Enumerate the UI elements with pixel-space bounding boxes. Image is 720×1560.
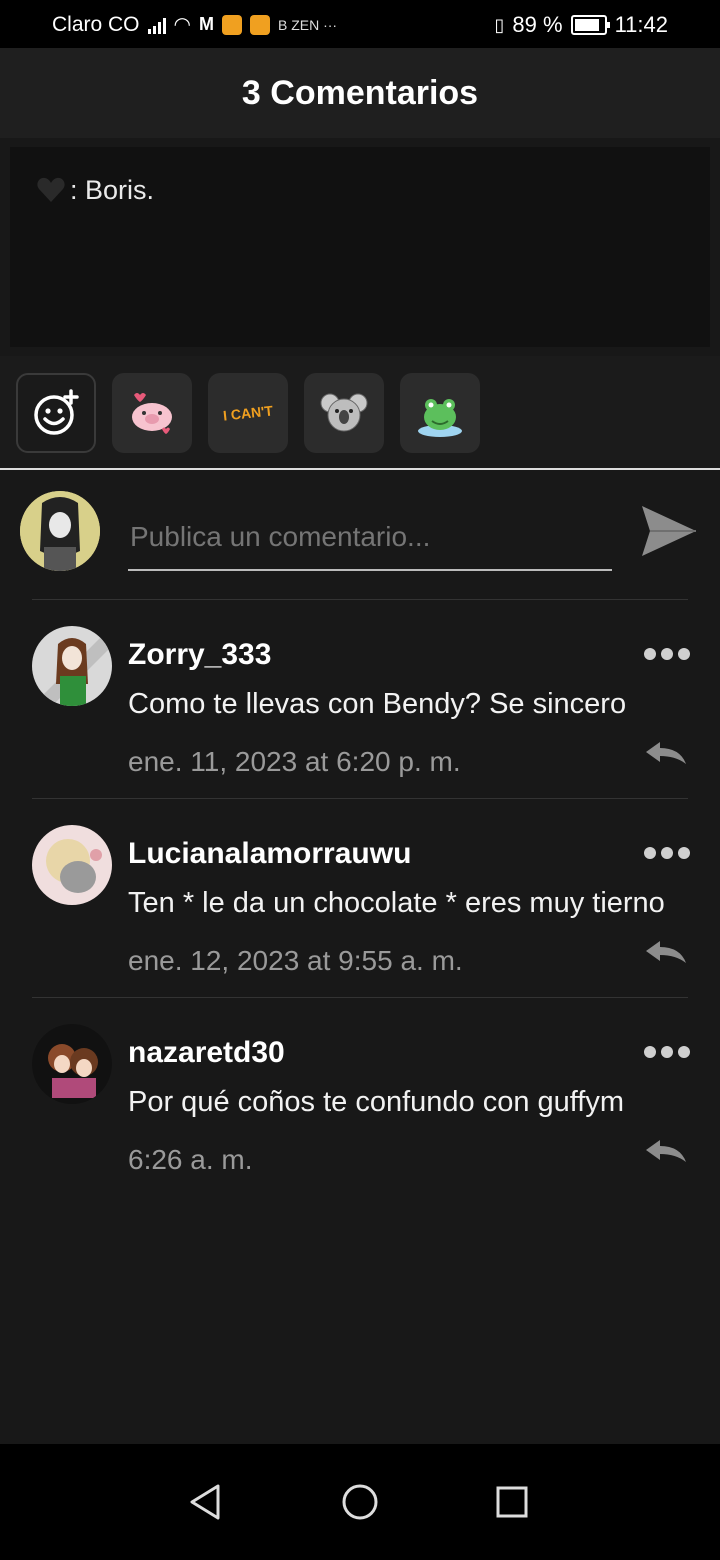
app-notification-icon-2 — [249, 14, 270, 35]
emoji-add-icon — [34, 389, 79, 435]
frog-sticker-icon — [418, 399, 462, 437]
more-options-icon[interactable] — [644, 648, 690, 662]
koala-sticker-icon — [320, 393, 368, 432]
page-title: 3 Comentarios — [241, 74, 479, 112]
avatar-image — [32, 825, 112, 905]
system-nav-bar — [0, 1444, 720, 1560]
comment-text: Como te llevas con Bendy? Se sincero — [128, 688, 627, 720]
emoji-add-button[interactable] — [16, 373, 96, 453]
send-icon[interactable] — [640, 504, 698, 558]
comment-item: nazaretd30 Por qué coños te confundo con… — [0, 998, 720, 1188]
frog-sticker-button[interactable] — [400, 373, 480, 453]
avatar-image — [20, 491, 100, 571]
avatar[interactable] — [32, 825, 112, 905]
mail-icon: M — [198, 14, 214, 34]
wifi-icon: ◠ — [173, 14, 191, 36]
clock: 11:42 — [614, 12, 668, 37]
more-options-icon[interactable] — [644, 1046, 690, 1060]
avatar-image — [32, 1024, 112, 1104]
avatar-image — [32, 626, 112, 706]
comment-username[interactable]: Zorry_333 — [128, 638, 271, 672]
comment-username[interactable]: Lucianalamorrauwu — [128, 837, 411, 871]
status-right: ▯ 89 % 11:42 — [495, 12, 668, 38]
back-icon[interactable] — [184, 1480, 228, 1524]
divider — [0, 468, 720, 470]
recents-icon[interactable] — [490, 1480, 534, 1524]
reply-icon[interactable] — [644, 939, 688, 967]
more-options-icon[interactable] — [644, 847, 690, 861]
comment-input[interactable] — [128, 505, 612, 571]
avatar[interactable] — [32, 626, 112, 706]
app-notification-icon — [221, 14, 242, 35]
comment-date: 6:26 a. m. — [128, 1144, 253, 1175]
carrier-label: Claro CO — [52, 12, 140, 36]
post-text: : Boris. — [70, 175, 155, 205]
notification-extra-label: B ZEN ··· — [277, 16, 338, 33]
comment-username[interactable]: nazaretd30 — [128, 1036, 285, 1070]
status-left: Claro CO ◠ M B ZEN ··· — [52, 12, 337, 37]
i-cant-sticker: I CAN'T — [222, 402, 274, 424]
reply-icon[interactable] — [644, 1138, 688, 1166]
koala-sticker-button[interactable] — [304, 373, 384, 453]
comment-text: Por qué coños te confundo con guffym — [128, 1086, 625, 1118]
comment-text: Ten * le da un chocolate * eres muy tier… — [128, 887, 665, 919]
comment-item: Lucianalamorrauwu Ten * le da un chocola… — [0, 799, 720, 989]
status-bar: Claro CO ◠ M B ZEN ··· ▯ 89 % 11:42 — [0, 0, 720, 48]
battery-icon — [570, 15, 610, 35]
vibrate-icon: ▯ — [494, 14, 505, 35]
home-icon[interactable] — [338, 1480, 382, 1524]
black-heart-icon — [37, 177, 65, 202]
avatar[interactable] — [32, 1024, 112, 1104]
pig-sticker-button[interactable] — [112, 373, 192, 453]
reply-icon[interactable] — [644, 740, 688, 768]
sticker-bar: I CAN'T — [0, 356, 720, 468]
avatar[interactable] — [20, 491, 100, 571]
comment-date: ene. 11, 2023 at 6:20 p. m. — [128, 746, 461, 777]
i-cant-sticker-button[interactable]: I CAN'T — [208, 373, 288, 453]
comment-item: Zorry_333 Como te llevas con Bendy? Se s… — [0, 600, 720, 790]
pig-sticker-icon — [132, 393, 172, 434]
comment-date: ene. 12, 2023 at 9:55 a. m. — [128, 945, 463, 976]
signal-icon — [147, 16, 166, 34]
battery-percent: 89 % — [512, 12, 563, 37]
comments-header: 3 Comentarios — [0, 48, 720, 138]
